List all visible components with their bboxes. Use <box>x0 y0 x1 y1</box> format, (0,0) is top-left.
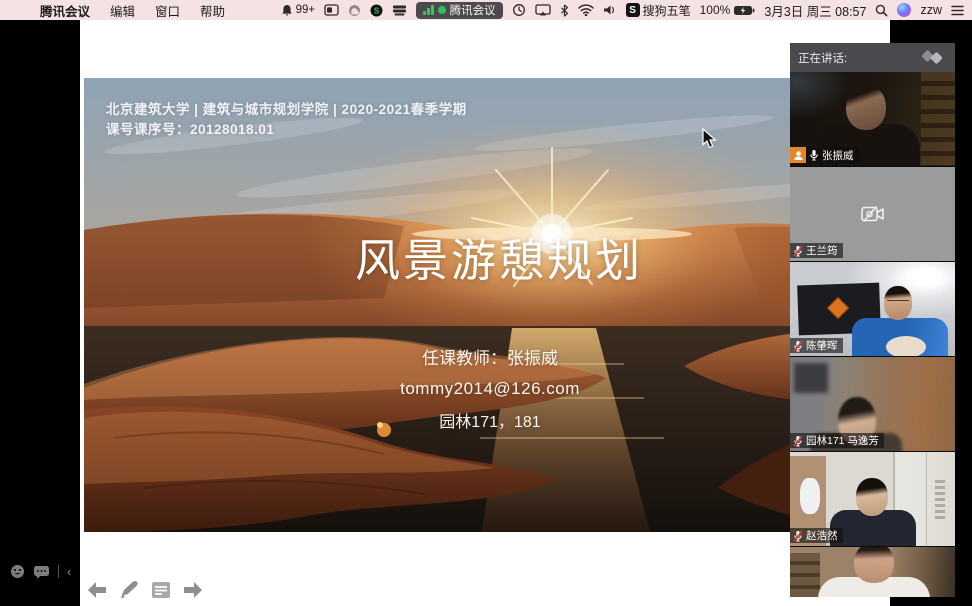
keyboard-stack-icon[interactable] <box>392 4 407 16</box>
participant-nametag: 园林171 马逸芳 <box>790 433 884 448</box>
canyon-photo <box>84 78 890 532</box>
slide-info-block: 任课教师：张振威 tommy2014@126.com 园林171，181 <box>330 344 650 432</box>
toolbar-divider <box>58 565 59 578</box>
ime-label: 搜狗五笔 <box>643 2 691 19</box>
slide-school-line: 北京建筑大学 | 建筑与城市规划学院 | 2020-2021春季学期 <box>106 98 467 118</box>
mic-muted-icon <box>793 530 803 542</box>
creative-cloud-icon[interactable] <box>348 4 361 17</box>
video-tile-6[interactable] <box>790 547 955 597</box>
siri-icon[interactable] <box>897 3 911 17</box>
slide-title: 风景游憩规划 <box>324 224 674 289</box>
window-manager-icon[interactable] <box>324 4 339 16</box>
fast-user-switch[interactable]: zzw <box>920 3 942 17</box>
presentation-slide: 北京建筑大学 | 建筑与城市规划学院 | 2020-2021春季学期 课号课序号… <box>84 78 890 532</box>
battery-item[interactable]: 100% <box>700 3 756 17</box>
video-tile-4[interactable]: 园林171 马逸芳 <box>790 357 955 451</box>
participant-video-panel[interactable]: 正在讲话: 张振威 <box>790 43 955 597</box>
participant-name: 张振威 <box>822 148 854 163</box>
input-method-item[interactable]: S 搜狗五笔 <box>626 2 691 19</box>
battery-percent: 100% <box>700 3 731 17</box>
volume-icon[interactable] <box>603 4 617 16</box>
menu-list-icon[interactable] <box>951 5 964 16</box>
participant-nametag: 张振威 <box>790 147 859 163</box>
panel-header[interactable]: 正在讲话: <box>790 43 955 72</box>
participant-name: 赵浩然 <box>806 528 838 543</box>
mic-active-dot-icon <box>438 6 446 14</box>
slide-class-line: 园林171，181 <box>330 408 650 432</box>
video-feed <box>790 547 955 597</box>
prev-slide-button[interactable] <box>86 580 108 600</box>
battery-icon <box>733 5 755 16</box>
bell-icon <box>281 4 293 17</box>
mic-muted-icon <box>793 340 803 352</box>
video-tile-2[interactable]: 王兰筠 <box>790 167 955 261</box>
menu-help[interactable]: 帮助 <box>190 0 235 20</box>
time-machine-icon[interactable] <box>512 3 526 17</box>
participant-name: 陈肇晖 <box>806 338 838 353</box>
corner-toolbar: ‹ <box>10 564 71 579</box>
macos-menubar: 腾讯会议 编辑 窗口 帮助 99+ S 腾讯会议 <box>0 0 972 20</box>
menu-app-name[interactable]: 腾讯会议 <box>30 0 100 20</box>
mic-muted-icon <box>793 435 803 447</box>
slide-email-line: tommy2014@126.com <box>330 379 650 399</box>
shared-screen-window: 北京建筑大学 | 建筑与城市规划学院 | 2020-2021春季学期 课号课序号… <box>80 20 890 606</box>
slideshow-nav-toolbar <box>86 579 204 601</box>
wifi-icon[interactable] <box>578 4 594 16</box>
participant-name: 园林171 马逸芳 <box>806 433 879 448</box>
participant-nametag: 陈肇晖 <box>790 338 843 353</box>
video-tile-1[interactable]: 张振威 <box>790 72 955 166</box>
notification-badge[interactable]: 99+ <box>281 4 316 17</box>
chat-bubble-button[interactable] <box>33 565 50 579</box>
shield-s-icon[interactable]: S <box>370 4 383 17</box>
speaking-label: 正在讲话: <box>798 50 847 66</box>
mic-muted-icon <box>793 245 803 257</box>
notification-count: 99+ <box>296 4 316 16</box>
menu-window[interactable]: 窗口 <box>145 0 190 20</box>
participant-nametag: 王兰筠 <box>790 243 843 258</box>
annotation-panel-button[interactable] <box>150 580 172 600</box>
spotlight-search-icon[interactable] <box>875 4 888 17</box>
video-tile-5[interactable]: 赵浩然 <box>790 452 955 546</box>
meeting-status-pill[interactable]: 腾讯会议 <box>416 2 503 19</box>
airplay-display-icon[interactable] <box>535 4 551 16</box>
signal-bars-icon <box>423 5 434 15</box>
camera-off-icon <box>860 204 886 224</box>
mic-on-icon <box>809 149 819 161</box>
slide-course-line: 课号课序号：20128018.01 <box>106 118 274 138</box>
svg-text:S: S <box>374 6 380 15</box>
bluetooth-icon[interactable] <box>560 4 569 17</box>
mouse-cursor <box>702 128 717 149</box>
menu-edit[interactable]: 编辑 <box>100 0 145 20</box>
meeting-pill-label: 腾讯会议 <box>450 2 496 18</box>
video-tile-3[interactable]: 陈肇晖 <box>790 262 955 356</box>
host-badge-icon <box>790 147 806 163</box>
next-slide-button[interactable] <box>182 580 204 600</box>
sogou-icon: S <box>626 3 640 17</box>
slide-teacher-line: 任课教师：张振威 <box>330 344 650 369</box>
participant-nametag: 赵浩然 <box>790 528 843 543</box>
participant-name: 王兰筠 <box>806 243 838 258</box>
tencent-meeting-logo-icon <box>917 50 947 65</box>
emoji-button[interactable] <box>10 564 25 579</box>
collapse-chevron-icon[interactable]: ‹ <box>67 565 71 578</box>
pen-tool-button[interactable] <box>118 579 140 601</box>
menubar-clock[interactable]: 3月3日 周三 08:57 <box>764 1 866 20</box>
